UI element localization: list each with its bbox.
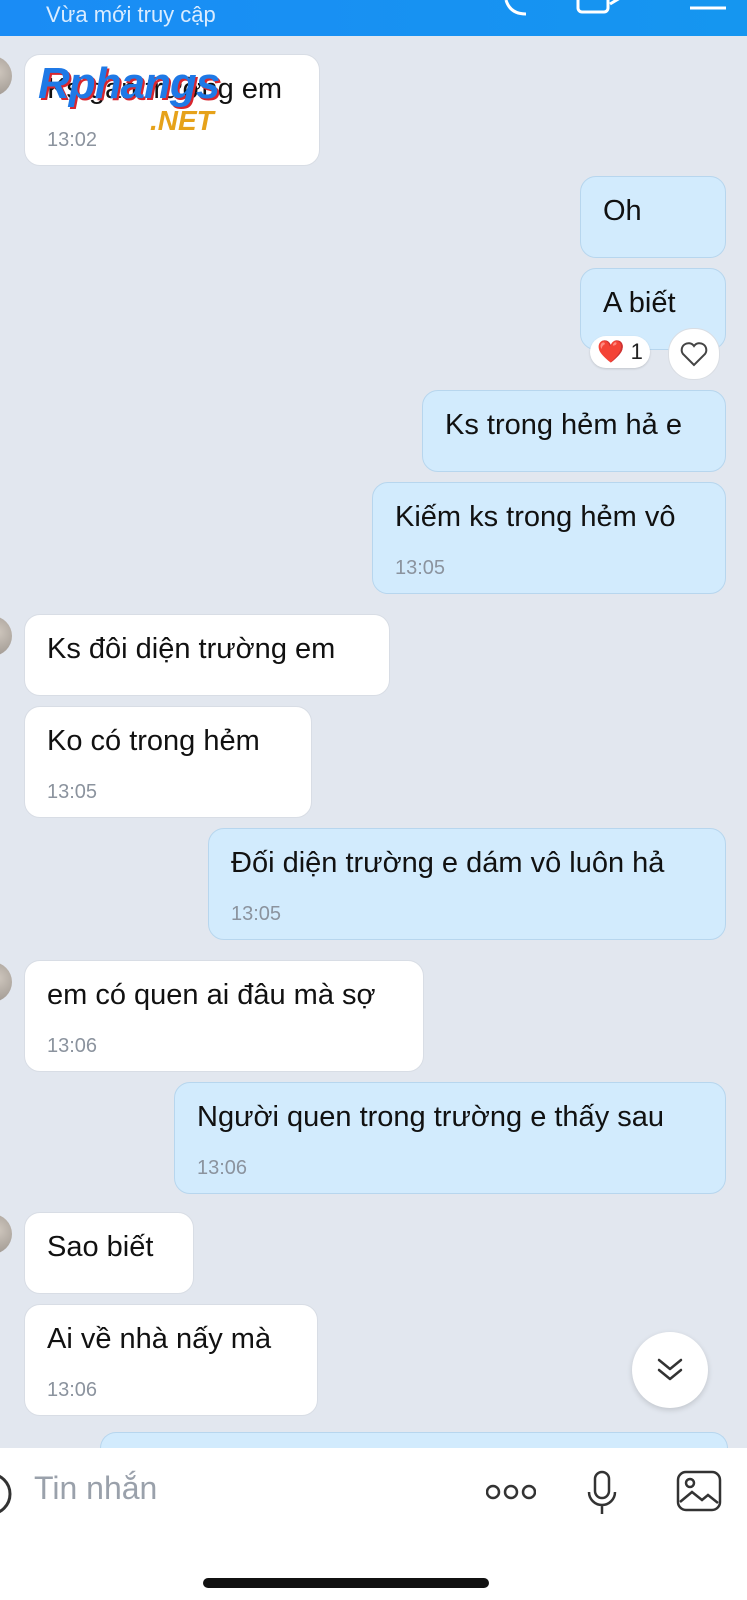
header-status: Vừa mới truy cập [46, 2, 216, 27]
message-bubble[interactable]: em có quen ai đâu mà sợ 13:06 [24, 960, 424, 1072]
avatar[interactable] [0, 616, 12, 656]
reaction-count: 1 [630, 339, 643, 364]
message-time: 13:06 [197, 1157, 248, 1179]
message-text: Người quen trong trường e thấy sau [197, 1101, 665, 1133]
chat-header: Vừa mới truy cập [0, 0, 747, 36]
message-bubble[interactable]: Kiếm ks trong hẻm vô 13:05 [372, 482, 726, 594]
message-text: Kiếm ks trong hẻm vô [395, 501, 676, 533]
message-bubble[interactable]: Ks đôi diện trường em [24, 614, 390, 696]
avatar[interactable] [0, 56, 12, 96]
message-bubble[interactable]: Sao biết [24, 1212, 194, 1294]
message-bubble[interactable]: Ks gần trường em 13:02 [24, 54, 320, 166]
scroll-to-bottom-button[interactable] [632, 1332, 708, 1408]
message-time: 13:06 [47, 1035, 98, 1057]
heart-icon [680, 342, 708, 367]
composer-bar: Tin nhắn [0, 1448, 747, 1600]
message-time: 13:05 [231, 903, 282, 925]
message-text: Oh [603, 195, 642, 227]
message-input[interactable]: Tin nhắn [34, 1470, 157, 1507]
like-button[interactable] [668, 328, 720, 380]
message-bubble[interactable]: Ko có trong hẻm 13:05 [24, 706, 312, 818]
message-text: Ks gần trường em [47, 73, 283, 105]
message-text: Ks đôi diện trường em [47, 633, 336, 665]
message-text: Ai về nhà nấy mà [47, 1323, 272, 1355]
image-icon[interactable] [676, 1470, 722, 1514]
message-time: 13:02 [47, 129, 98, 151]
message-bubble[interactable]: Oh [580, 176, 726, 258]
message-bubble[interactable]: Đối diện trường e dám vô luôn hả 13:05 [208, 828, 726, 940]
avatar[interactable] [0, 1214, 12, 1254]
reaction-emoji: ❤️ [597, 339, 625, 364]
more-icon[interactable] [486, 1482, 536, 1502]
message-time: 13:05 [395, 557, 446, 579]
mic-icon[interactable] [586, 1470, 618, 1516]
avatar[interactable] [0, 962, 12, 1002]
message-text: Sao biết [47, 1231, 154, 1263]
message-text: Đối diện trường e dám vô luôn hả [231, 847, 665, 879]
message-text: Ko có trong hẻm [47, 725, 260, 757]
message-bubble[interactable]: Ai về nhà nấy mà 13:06 [24, 1304, 318, 1416]
phone-icon[interactable] [500, 0, 540, 20]
message-text: em có quen ai đâu mà sợ [47, 979, 376, 1011]
reaction-badge[interactable]: ❤️ 1 [590, 336, 650, 368]
message-text: A biết [603, 287, 676, 319]
sticker-icon[interactable] [0, 1472, 12, 1516]
message-text: Ks trong hẻm hả e [445, 409, 682, 441]
home-indicator [203, 1578, 489, 1588]
message-bubble[interactable]: Ks trong hẻm hả e [422, 390, 726, 472]
menu-icon[interactable] [688, 0, 728, 14]
message-time: 13:06 [47, 1379, 98, 1401]
video-icon[interactable] [576, 0, 622, 16]
double-chevron-down-icon [657, 1358, 683, 1381]
message-time: 13:05 [47, 781, 98, 803]
message-bubble[interactable]: Người quen trong trường e thấy sau 13:06 [174, 1082, 726, 1194]
